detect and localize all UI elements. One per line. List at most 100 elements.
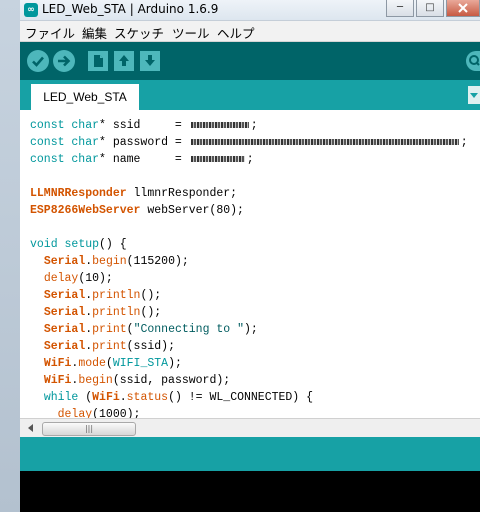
open-icon [119,55,129,66]
code-object: Serial [43,289,86,302]
code-object: WiFi [43,357,72,370]
code-text: (ssid, password); [112,374,231,387]
code-text: ; [460,136,468,149]
code-text: (); [140,306,162,319]
verify-button[interactable] [27,50,49,72]
code-line: void setup() { [30,236,468,253]
code-line: Serial.begin(115200); [43,255,189,268]
desktop-background [0,0,20,512]
code-text: ; [250,119,258,132]
code-keyword: const char [30,119,100,132]
code-class: LLMNRResponder [30,187,127,200]
code-object: WiFi [43,374,72,387]
code-text: * ssid = [99,119,189,132]
code-line: delay(10); [30,270,468,287]
save-sketch-button[interactable] [140,51,160,71]
code-text: webServer(80); [140,204,244,217]
upload-icon [58,55,71,67]
maximize-button[interactable]: □ [416,0,444,17]
arduino-ide-window: ∞ LED_Web_STA | Arduino 1.6.9 ─ □ ファイル 編… [20,0,480,512]
scrollbar-thumb[interactable]: ||| [42,422,136,436]
tab-led-web-sta[interactable]: LED_Web_STA [31,84,139,110]
save-icon [145,55,155,66]
code-function: setup [64,238,100,251]
code-function: mode [78,357,106,370]
code-line: while (WiFi.status() != WL_CONNECTED) { [43,391,314,404]
code-line: WiFi.mode(WIFI_STA); [43,357,182,370]
code-function: print [92,340,127,353]
new-icon [94,55,103,67]
code-text: * password = [99,136,189,149]
tab-menu-button[interactable] [468,86,480,104]
menu-sketch[interactable]: スケッチ [114,23,164,42]
code-line: WiFi.begin(ssid, password); [43,374,231,387]
code-editor[interactable]: const char* ssid = ; const char* passwor… [20,110,480,418]
code-function: status [126,391,169,404]
menu-file[interactable]: ファイル [25,23,75,42]
code-object: Serial [43,306,86,319]
code-function: begin [78,374,113,387]
code-text: (10); [78,272,113,285]
code-function: println [92,289,141,302]
code-keyword: while [43,391,79,404]
code-line: Serial.println(); [43,289,162,302]
serial-monitor-icon [469,55,480,66]
menu-bar: ファイル 編集 スケッチ ツール ヘルプ [20,21,480,42]
code-function: print [92,323,127,336]
code-keyword: void [30,238,58,251]
code-constant: WIFI_STA [112,357,169,370]
minimize-button[interactable]: ─ [386,0,414,17]
tab-bar: LED_Web_STA [20,80,480,110]
code-line: LLMNRResponder llmnrResponder; [30,185,468,202]
status-bar [20,437,480,471]
code-line: const char* ssid = ; [30,117,468,134]
redacted-value [190,121,249,128]
redacted-value [190,155,245,162]
menu-help[interactable]: ヘルプ [217,23,255,42]
open-sketch-button[interactable] [114,51,134,71]
code-object: Serial [43,255,86,268]
window-controls: ─ □ [384,0,480,18]
code-text: () { [99,238,127,251]
code-object: Serial [43,340,86,353]
code-string: "Connecting to " [133,323,244,336]
code-line: delay(1000); [30,406,468,418]
chevron-down-icon [470,93,478,98]
code-text: () != WL_CONNECTED) { [168,391,314,404]
serial-monitor-button[interactable] [466,51,480,71]
code-text: ; [246,153,254,166]
code-text: ); [168,357,182,370]
code-line: Serial.print("Connecting to "); [43,323,258,336]
code-object: WiFi [92,391,120,404]
scroll-left-arrow-icon[interactable] [28,424,33,432]
code-line: const char* password = ; [30,134,468,151]
verify-icon [32,56,44,67]
code-text: ); [243,323,258,336]
menu-edit[interactable]: 編集 [82,23,107,42]
window-title: LED_Web_STA | Arduino 1.6.9 [42,2,219,16]
code-lines: const char* ssid = ; const char* passwor… [30,117,468,418]
code-text: * name = [99,153,189,166]
horizontal-scrollbar[interactable]: ||| [20,418,480,437]
toolbar [20,42,480,80]
close-button[interactable] [446,0,480,17]
code-keyword: const char [30,136,100,149]
code-function: delay [43,272,79,285]
code-text: (ssid); [126,340,175,353]
code-text: (); [140,289,162,302]
new-sketch-button[interactable] [88,51,108,71]
code-class: ESP8266WebServer [30,204,141,217]
code-object: Serial [43,323,86,336]
code-text: (1000); [92,408,141,418]
menu-tools[interactable]: ツール [172,23,210,42]
arduino-app-icon: ∞ [24,3,38,17]
code-line: Serial.println(); [43,306,162,319]
code-function: delay [57,408,93,418]
code-function: begin [92,255,127,268]
upload-button[interactable] [53,50,75,72]
title-bar[interactable]: ∞ LED_Web_STA | Arduino 1.6.9 ─ □ [20,0,480,21]
console-output [20,471,480,512]
code-line: ESP8266WebServer webServer(80); [30,202,468,219]
